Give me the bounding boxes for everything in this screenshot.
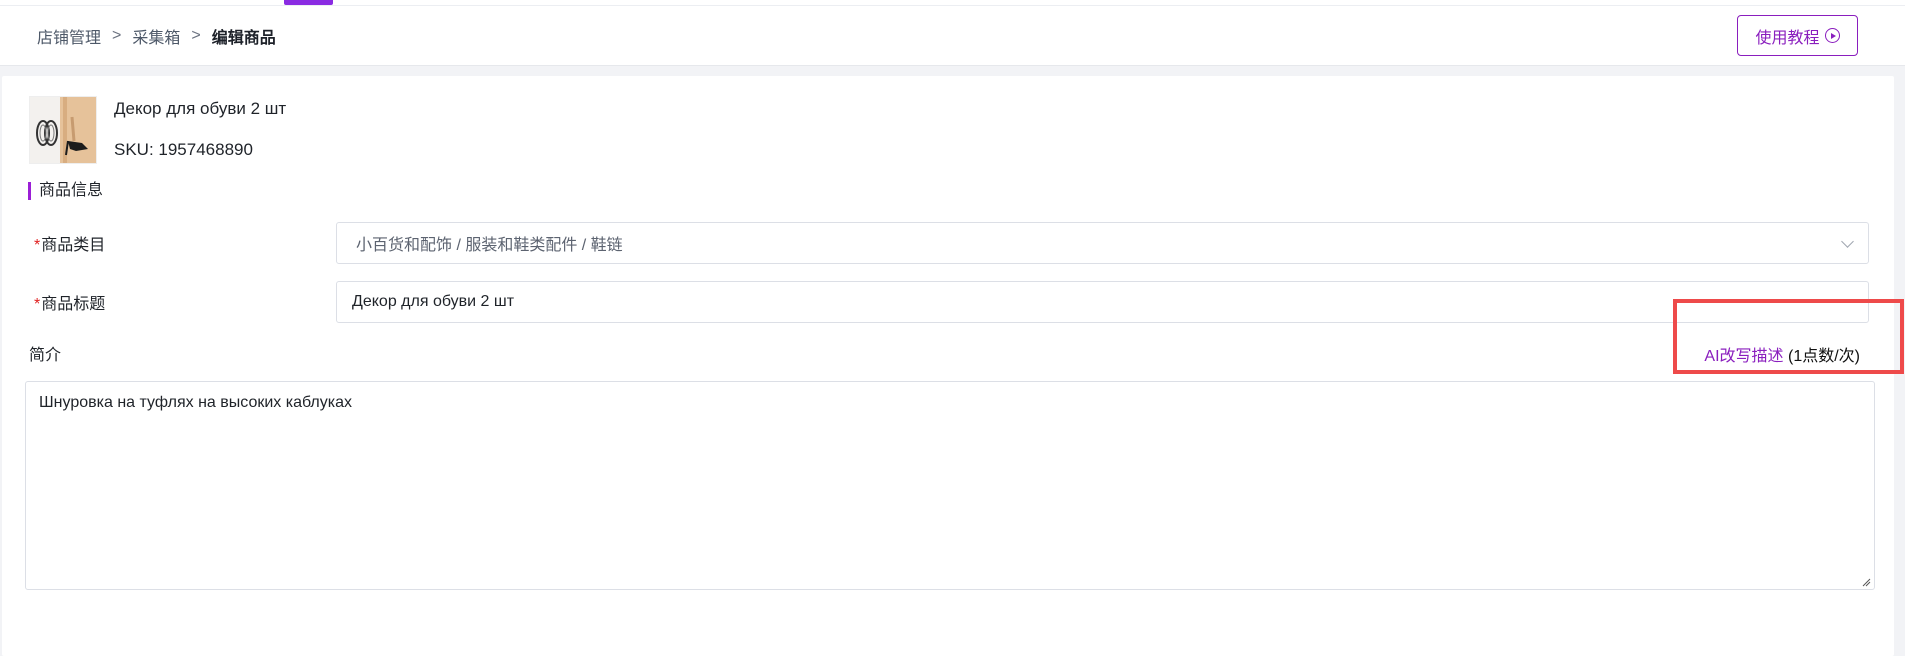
top-header: 店铺管理 > 采集箱 > 编辑商品 使用教程 — [0, 0, 1905, 66]
breadcrumb-item-store[interactable]: 店铺管理 — [37, 24, 101, 48]
shoe-chain-image — [30, 97, 96, 163]
intro-label: 简介 — [29, 347, 62, 364]
header-divider — [0, 5, 1905, 6]
title-input[interactable] — [336, 281, 1869, 323]
title-label-text: 商品标题 — [41, 296, 106, 313]
ai-rewrite-area: AI改写描述 (1点数/次) — [1704, 342, 1860, 366]
ai-rewrite-link[interactable]: AI改写描述 — [1704, 348, 1783, 365]
category-label: *商品类目 — [34, 231, 105, 255]
breadcrumb-separator: > — [112, 27, 122, 44]
section-title: 商品信息 — [28, 182, 103, 200]
tutorial-label: 使用教程 — [1755, 29, 1820, 47]
breadcrumb-separator: > — [191, 27, 201, 44]
required-mark: * — [34, 296, 41, 313]
ai-rewrite-cost: (1点数/次) — [1787, 348, 1860, 365]
category-label-text: 商品类目 — [41, 237, 106, 254]
play-circle-icon — [1824, 28, 1840, 43]
tutorial-button[interactable]: 使用教程 — [1737, 15, 1858, 56]
category-value: 小百货和配饰 / 服装和鞋类配件 / 鞋链 — [356, 237, 623, 254]
title-label: *商品标题 — [34, 290, 105, 314]
product-name: Декор для обуви 2 шт — [114, 99, 287, 118]
description-textarea[interactable]: Шнуровка на туфлях на высоких каблуках — [25, 381, 1875, 590]
product-sku: SKU: 1957468890 — [114, 140, 253, 159]
breadcrumb-item-collection[interactable]: 采集箱 — [132, 24, 180, 48]
required-mark: * — [34, 237, 41, 254]
breadcrumb-item-current: 编辑商品 — [211, 30, 276, 47]
category-select[interactable]: 小百货和配饰 / 服装和鞋类配件 / 鞋链 — [336, 222, 1869, 264]
input-gap — [1032, 282, 1035, 286]
product-thumbnail — [29, 96, 97, 164]
breadcrumb: 店铺管理 > 采集箱 > 编辑商品 — [37, 24, 276, 48]
product-edit-card: Декор для обуви 2 шт SKU: 1957468890 商品信… — [2, 76, 1894, 656]
chevron-down-icon — [1841, 235, 1854, 248]
